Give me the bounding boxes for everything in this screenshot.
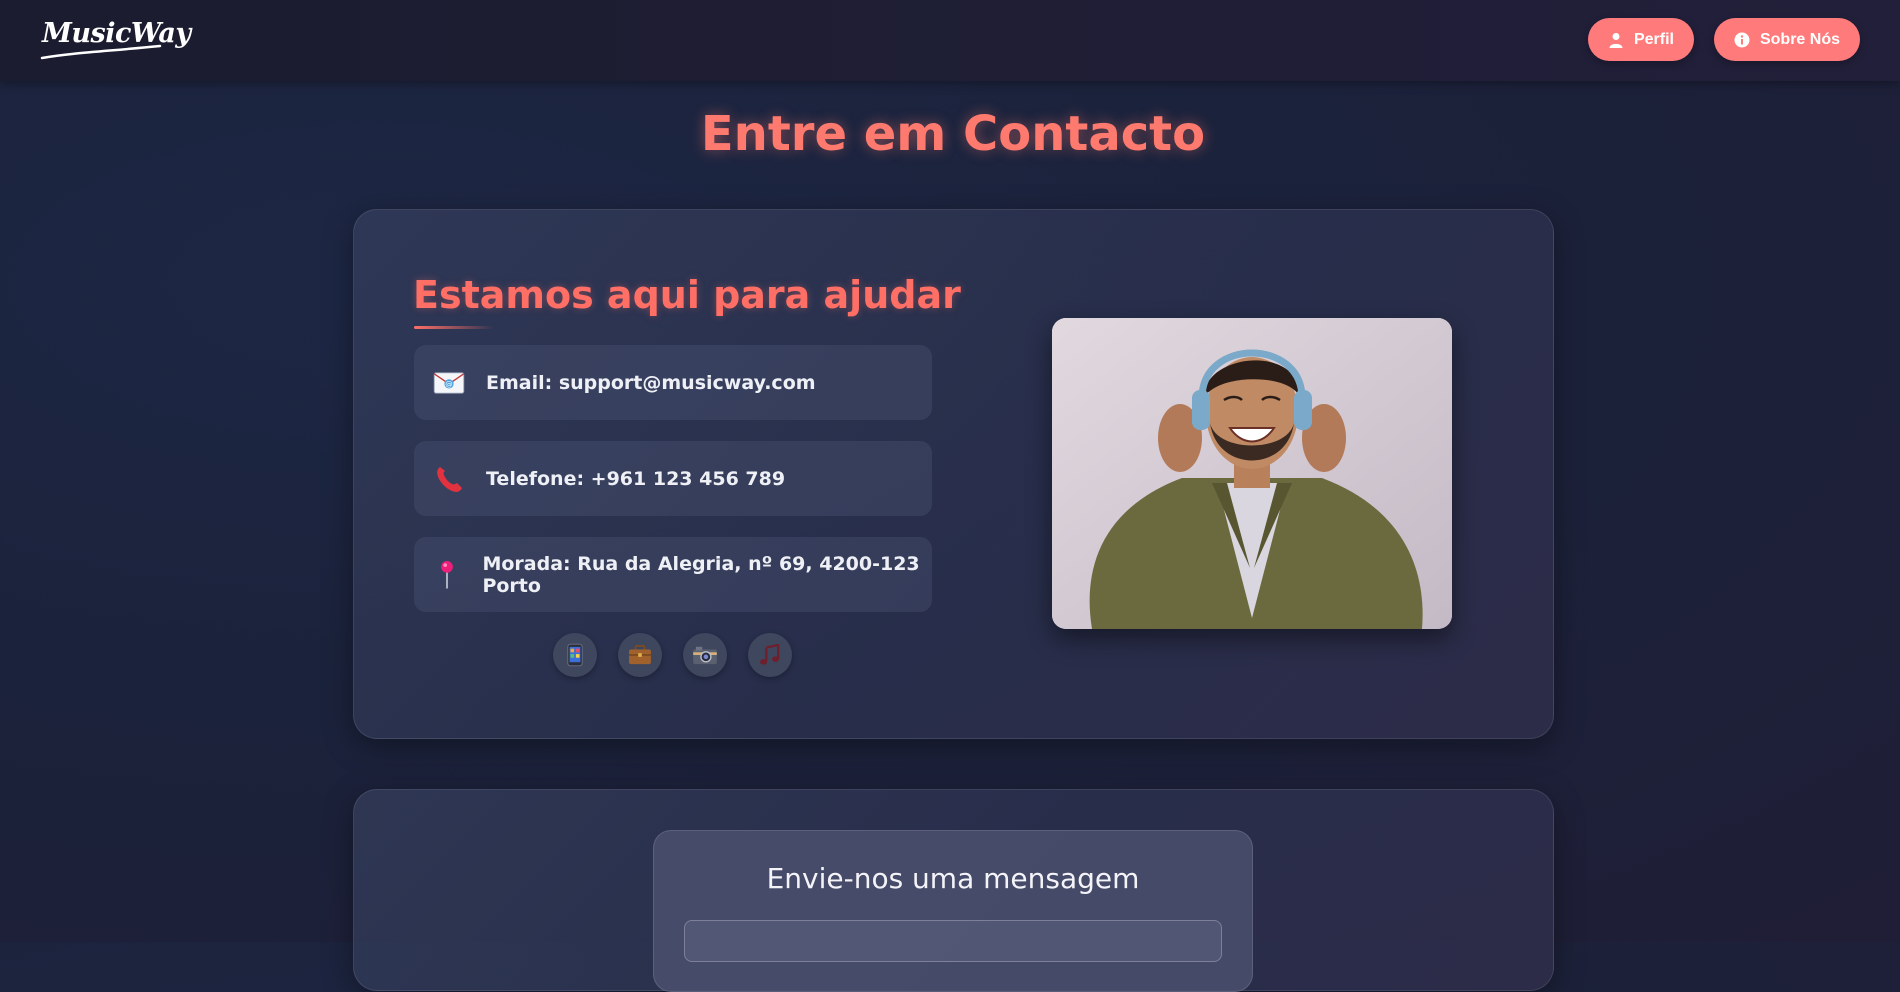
user-icon [1608,32,1624,48]
perfil-button-label: Perfil [1633,30,1674,48]
address-info-box[interactable]: Morada: Rua da Alegria, nº 69, 4200-123 … [414,537,932,612]
phone-text: Telefone: +961 123 456 789 [486,467,786,490]
svg-text:@: @ [445,379,452,388]
message-form [653,830,1253,992]
page-title: Entre em Contacto [700,106,1206,162]
pin-icon [432,558,462,592]
music-note-icon[interactable] [748,633,792,677]
email-info-box[interactable]: @ Email: support@musicway.com [414,345,932,420]
phone-info-box[interactable]: Telefone: +961 123 456 789 [414,441,932,516]
mobile-phone-icon[interactable] [553,633,597,677]
email-text: Email: support@musicway.com [486,371,816,394]
info-icon [1734,32,1750,48]
heading-underline [414,326,494,329]
sobre-nos-button-label: Sobre Nós [1759,30,1840,48]
camera-icon[interactable] [683,633,727,677]
envelope-icon: @ [432,366,466,400]
briefcase-icon[interactable] [618,633,662,677]
logo-swoosh-icon [40,44,162,60]
photo-illustration [1052,318,1452,629]
contact-heading: Estamos aqui para ajudar [413,273,961,317]
navbar: MusicWay Perfil Sobre Nós [0,0,1900,81]
message-form-field[interactable] [684,920,1222,962]
address-text: Morada: Rua da Alegria, nº 69, 4200-123 … [482,552,920,597]
sobre-nos-button[interactable]: Sobre Nós [1714,18,1860,61]
form-title: Envie-nos uma mensagem [766,862,1140,895]
man-with-headphones-photo [1052,318,1452,629]
telephone-icon [432,462,466,496]
perfil-button[interactable]: Perfil [1588,18,1694,61]
